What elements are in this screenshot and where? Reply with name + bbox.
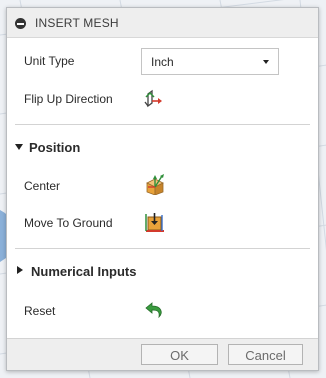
- divider: [15, 124, 310, 125]
- reset-undo-icon[interactable]: [144, 299, 166, 321]
- chevron-down-icon: [263, 60, 269, 64]
- caret-right-icon: [17, 266, 23, 274]
- position-section-header[interactable]: Position: [15, 139, 135, 159]
- cancel-button[interactable]: Cancel: [228, 344, 303, 365]
- flip-up-direction-icon[interactable]: [143, 88, 165, 110]
- collapse-dialog-icon[interactable]: [15, 18, 26, 29]
- insert-mesh-dialog: INSERT MESH Unit Type Inch Flip Up Direc…: [6, 7, 319, 371]
- unit-type-select[interactable]: Inch: [141, 48, 279, 75]
- move-to-ground-icon[interactable]: [144, 211, 166, 233]
- ok-button[interactable]: OK: [141, 344, 218, 365]
- caret-down-icon: [15, 144, 23, 150]
- move-to-ground-label: Move To Ground: [24, 216, 113, 230]
- reset-label: Reset: [24, 304, 56, 318]
- numerical-inputs-section-label: Numerical Inputs: [31, 264, 137, 279]
- dialog-title: INSERT MESH: [35, 16, 119, 30]
- divider: [15, 248, 310, 249]
- position-section-label: Position: [29, 140, 81, 155]
- dialog-title-bar: INSERT MESH: [7, 8, 318, 38]
- unit-type-value: Inch: [151, 55, 174, 69]
- numerical-inputs-section-header[interactable]: Numerical Inputs: [15, 263, 175, 283]
- flip-up-direction-label: Flip Up Direction: [24, 92, 113, 106]
- center-icon[interactable]: [144, 173, 166, 196]
- unit-type-label: Unit Type: [24, 54, 75, 68]
- center-label: Center: [24, 179, 61, 193]
- dialog-footer: OK Cancel: [7, 338, 318, 370]
